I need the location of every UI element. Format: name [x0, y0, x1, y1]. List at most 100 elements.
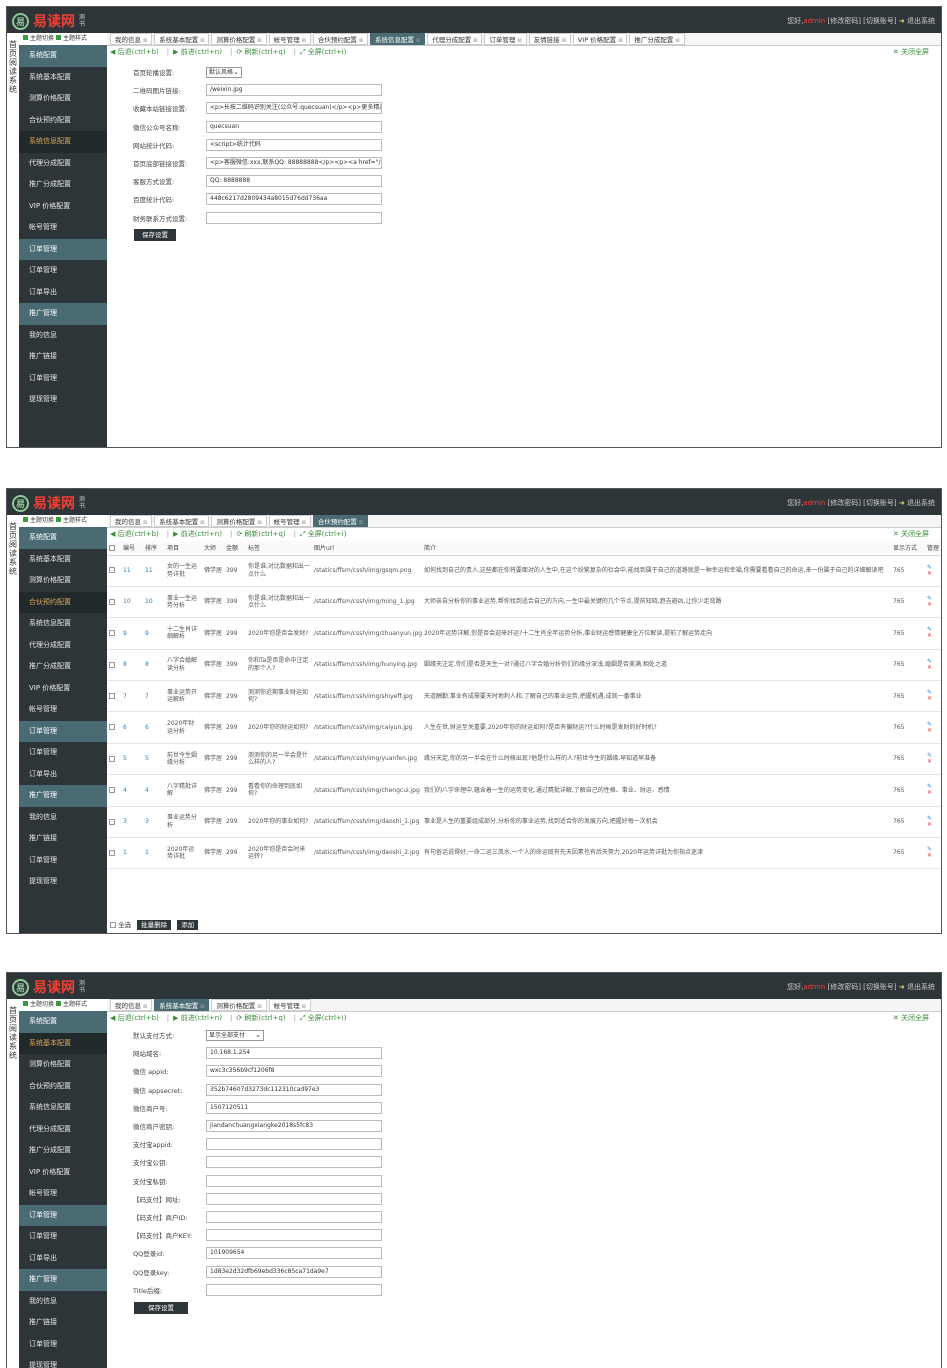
sidebar-group-header[interactable]: 推广管理	[19, 303, 107, 325]
row-checkbox[interactable]	[109, 693, 115, 699]
tab[interactable]: 代理分成配置 ⊠	[427, 33, 483, 45]
delete-icon[interactable]: ✕	[927, 602, 939, 608]
fullscreen-button[interactable]: ⤢ 全屏(ctrl+i)	[300, 48, 351, 56]
tab[interactable]: 我的信息 ⊠	[110, 515, 153, 527]
close-icon[interactable]: ⊠	[143, 520, 147, 526]
add-button[interactable]: 添加	[177, 920, 199, 930]
sidebar-group-header[interactable]: 订单管理	[19, 1204, 107, 1226]
tab[interactable]: 我的信息 ⊠	[110, 33, 153, 45]
text-input[interactable]	[206, 1138, 382, 1151]
tab[interactable]: 合伙预约配置 ⊠	[312, 515, 369, 527]
tab[interactable]: 系统基本配置 ⊠	[154, 999, 210, 1011]
close-icon[interactable]: ⊠	[257, 1004, 261, 1010]
close-icon[interactable]: ⊠	[473, 38, 477, 44]
text-input[interactable]: 101909654	[206, 1247, 382, 1260]
row-checkbox[interactable]	[109, 849, 115, 856]
tab[interactable]: 我的信息 ⊠	[110, 999, 153, 1011]
close-icon[interactable]: ⊠	[517, 38, 521, 44]
tab[interactable]: 测算价格配置 ⊠	[211, 33, 267, 45]
delete-icon[interactable]: ✕	[927, 664, 939, 671]
sidebar-group-header[interactable]: 系统配置	[19, 527, 107, 549]
tab[interactable]: 系统基本配置 ⊠	[154, 33, 210, 45]
sidebar-group-header[interactable]: 推广管理	[19, 785, 107, 807]
tab[interactable]: 友情链接 ⊠	[528, 33, 571, 45]
text-input[interactable]	[206, 1174, 382, 1187]
style-label[interactable]: 主题样式	[63, 1001, 87, 1008]
sidebar-item[interactable]: 帐号管理	[19, 699, 107, 721]
theme-switch[interactable]: 主题切换 主题样式	[19, 515, 107, 527]
text-input[interactable]: 1507120511	[206, 1101, 382, 1114]
sidebar-item[interactable]: 系统信息配置	[19, 613, 107, 635]
close-icon[interactable]: ⊠	[257, 38, 261, 44]
sidebar-item[interactable]: 推广分成配置	[19, 174, 107, 196]
row-checkbox[interactable]	[109, 787, 115, 794]
tab[interactable]: 订单管理 ⊠	[484, 33, 527, 45]
sidebar-item[interactable]: 测算价格配置	[19, 570, 107, 592]
close-icon[interactable]: ⊠	[562, 38, 566, 44]
text-input[interactable]	[206, 1192, 382, 1205]
sidebar-group-header[interactable]: 推广管理	[19, 1269, 107, 1291]
forward-button[interactable]: ▶ 前进(ctrl+n)	[173, 48, 226, 56]
sidebar-item[interactable]: 我的信息	[19, 1291, 107, 1313]
sidebar-item[interactable]: 订单管理	[19, 1226, 107, 1248]
tab[interactable]: 合伙预约配置 ⊠	[312, 33, 369, 45]
tab[interactable]: 测算价格配置 ⊠	[211, 515, 267, 527]
tab[interactable]: 测算价格配置 ⊠	[211, 999, 267, 1011]
fullscreen-button[interactable]: ⤢ 全屏(ctrl+i)	[300, 1014, 351, 1022]
text-input[interactable]: 448c6217d2809434a8015d76dd736aa	[206, 193, 382, 206]
back-button[interactable]: ◀ 后退(ctrl+b)	[110, 48, 163, 56]
vertical-nav[interactable]: 首页阅读系统	[7, 999, 19, 1368]
sidebar-item[interactable]: 订单管理	[19, 1334, 107, 1356]
close-icon[interactable]: ⊠	[302, 1004, 306, 1010]
refresh-button[interactable]: ⟳ 刷新(ctrl+q)	[236, 48, 289, 56]
close-icon[interactable]: ⊠	[618, 38, 622, 44]
close-icon[interactable]: ⊠	[416, 38, 420, 44]
sidebar-item[interactable]: 订单导出	[19, 764, 107, 786]
sidebar-group-header[interactable]: 订单管理	[19, 720, 107, 742]
account-links[interactable]: [修改密码] [切换账号]	[828, 17, 897, 25]
sidebar-item[interactable]: 系统基本配置	[19, 1032, 107, 1054]
forward-button[interactable]: ▶ 前进(ctrl+n)	[173, 1014, 226, 1022]
sidebar-item[interactable]: VIP 价格配置	[19, 678, 107, 700]
close-fullscreen-button[interactable]: ✕ 关闭全屏	[893, 1012, 933, 1025]
sidebar-item[interactable]: 系统基本配置	[19, 67, 107, 89]
sidebar-item[interactable]: 我的信息	[19, 325, 107, 347]
close-icon[interactable]: ⊠	[143, 38, 147, 44]
sidebar-item[interactable]: 订单导出	[19, 1248, 107, 1270]
close-icon[interactable]: ⊠	[302, 38, 306, 44]
close-icon[interactable]: ⊠	[359, 520, 363, 526]
delete-icon[interactable]: ✕	[927, 570, 939, 577]
sidebar-item[interactable]: 代理分成配置	[19, 635, 107, 657]
delete-icon[interactable]: ✕	[927, 821, 939, 828]
sidebar-item[interactable]: 推广链接	[19, 1312, 107, 1334]
sidebar-item[interactable]: 订单管理	[19, 368, 107, 390]
sidebar-item[interactable]: 帐号管理	[19, 1183, 107, 1205]
text-input[interactable]	[206, 211, 382, 224]
row-checkbox[interactable]	[109, 598, 115, 605]
text-input[interactable]: /weixin.jpg	[206, 84, 382, 97]
close-icon[interactable]: ⊠	[675, 38, 679, 44]
row-checkbox[interactable]	[109, 724, 115, 731]
text-input[interactable]	[206, 1210, 382, 1223]
sidebar-group-header[interactable]: 系统配置	[19, 1011, 107, 1033]
sidebar-item[interactable]: 订单管理	[19, 850, 107, 872]
sidebar-item[interactable]: 提现管理	[19, 871, 107, 893]
sidebar-item[interactable]: 代理分成配置	[19, 1119, 107, 1141]
sidebar-group-header[interactable]: 订单管理	[19, 238, 107, 260]
sidebar-item[interactable]: 系统信息配置	[19, 131, 107, 153]
sidebar-item[interactable]: 提现管理	[19, 1355, 107, 1368]
theme-label[interactable]: 主题切换	[30, 35, 54, 42]
sidebar-item[interactable]: 推广链接	[19, 346, 107, 368]
sidebar-item[interactable]: 订单导出	[19, 282, 107, 304]
sidebar-item[interactable]: 订单管理	[19, 742, 107, 764]
sidebar-item[interactable]: 合伙预约配置	[19, 1076, 107, 1098]
close-icon[interactable]: ⊠	[200, 1004, 204, 1010]
text-input[interactable]: <script>统计代码	[206, 138, 382, 151]
tab[interactable]: 帐号管理 ⊠	[268, 999, 311, 1011]
sidebar-item[interactable]: 我的信息	[19, 807, 107, 829]
sidebar-group-header[interactable]: 系统配置	[19, 45, 107, 67]
back-button[interactable]: ◀ 后退(ctrl+b)	[110, 1014, 163, 1022]
delete-icon[interactable]: ✕	[927, 853, 939, 859]
text-input[interactable]	[206, 1156, 382, 1169]
delete-icon[interactable]: ✕	[927, 696, 939, 702]
